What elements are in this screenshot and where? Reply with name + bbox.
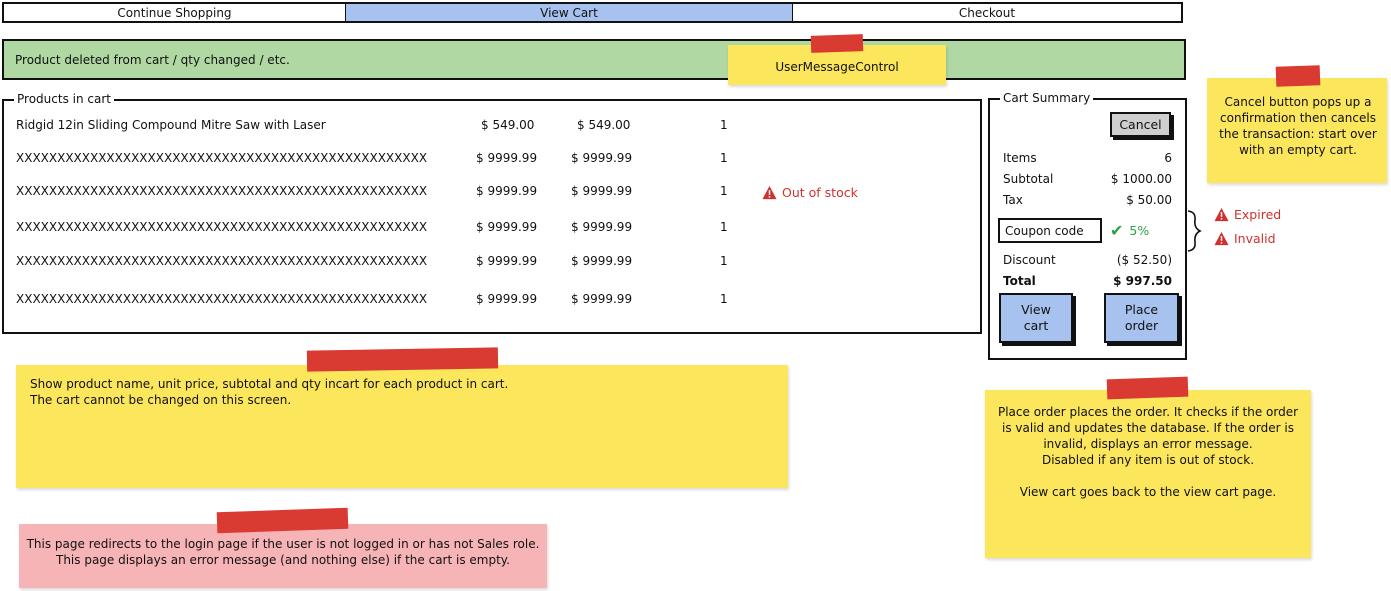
- out-of-stock-warning: Out of stock: [762, 185, 858, 200]
- place-order-note-line1: Place order places the order. It checks …: [997, 405, 1299, 451]
- products-note: Show product name, unit price, subtotal …: [16, 347, 788, 488]
- discount-value: ($ 52.50): [1116, 253, 1172, 267]
- tape: [1106, 376, 1189, 400]
- total-label: Total: [1003, 274, 1036, 288]
- product-name: XXXXXXXXXXXXXXXXXXXXXXXXXXXXXXXXXXXXXXXX…: [16, 184, 428, 198]
- subtotal-value: $ 1000.00: [1110, 172, 1172, 186]
- total-value: $ 997.50: [1113, 274, 1172, 288]
- product-subtotal: $ 549.00: [577, 118, 631, 132]
- product-name: XXXXXXXXXXXXXXXXXXXXXXXXXXXXXXXXXXXXXXXX…: [16, 254, 428, 268]
- product-qty: 1: [720, 292, 728, 306]
- product-qty: 1: [720, 220, 728, 234]
- items-value: 6: [1164, 151, 1172, 165]
- view-cart-button[interactable]: View cart: [999, 293, 1073, 343]
- tab-checkout[interactable]: Checkout: [792, 4, 1181, 21]
- product-qty: 1: [720, 254, 728, 268]
- product-qty: 1: [720, 118, 728, 132]
- product-row: XXXXXXXXXXXXXXXXXXXXXXXXXXXXXXXXXXXXXXXX…: [0, 220, 960, 240]
- product-row: Ridgid 12in Sliding Compound Mitre Saw w…: [0, 118, 960, 138]
- products-note-line1: Show product name, unit price, subtotal …: [30, 377, 509, 391]
- items-label: Items: [1003, 151, 1037, 165]
- product-qty: 1: [720, 184, 728, 198]
- tape: [216, 507, 349, 534]
- warning-icon: [1214, 207, 1229, 222]
- out-of-stock-label: Out of stock: [782, 185, 858, 200]
- product-unit-price: $ 9999.99: [476, 254, 538, 268]
- coupon-expired-state: Expired: [1214, 207, 1281, 222]
- user-message-control-label: UserMessageControl: [775, 60, 899, 74]
- product-row: XXXXXXXXXXXXXXXXXXXXXXXXXXXXXXXXXXXXXXXX…: [0, 151, 960, 171]
- product-unit-price: $ 9999.99: [476, 151, 538, 165]
- redirect-note-text: This page redirects to the login page if…: [25, 536, 541, 568]
- invalid-label: Invalid: [1234, 231, 1276, 246]
- place-order-note: Place order places the order. It checks …: [985, 376, 1311, 558]
- product-unit-price: $ 9999.99: [476, 184, 538, 198]
- redirect-note: This page redirects to the login page if…: [19, 507, 547, 588]
- warning-icon: [762, 185, 777, 200]
- product-unit-price: $ 9999.99: [476, 220, 538, 234]
- coupon-status: ✔ 5%: [1110, 221, 1149, 240]
- cancel-button[interactable]: Cancel: [1110, 112, 1171, 137]
- coupon-value: 5%: [1129, 223, 1150, 238]
- product-subtotal: $ 9999.99: [571, 220, 633, 234]
- place-order-button[interactable]: Place order: [1104, 293, 1179, 343]
- product-unit-price: $ 9999.99: [476, 292, 538, 306]
- brace-icon: [1187, 210, 1202, 252]
- tape: [1275, 65, 1321, 87]
- tax-label: Tax: [1003, 193, 1023, 207]
- top-tab-bar: Continue Shopping View Cart Checkout: [2, 2, 1183, 23]
- user-message-bar: Product deleted from cart / qty changed …: [2, 39, 1186, 80]
- product-name: XXXXXXXXXXXXXXXXXXXXXXXXXXXXXXXXXXXXXXXX…: [16, 220, 428, 234]
- product-row: XXXXXXXXXXXXXXXXXXXXXXXXXXXXXXXXXXXXXXXX…: [0, 292, 960, 312]
- cancel-note-text: Cancel button pops up a confirmation the…: [1219, 95, 1377, 157]
- redirect-note-line2: This page displays an error message (and…: [55, 553, 510, 567]
- product-subtotal: $ 9999.99: [571, 184, 633, 198]
- redirect-note-line1: This page redirects to the login page if…: [26, 537, 540, 551]
- cancel-note: Cancel button pops up a confirmation the…: [1207, 65, 1387, 183]
- product-name: XXXXXXXXXXXXXXXXXXXXXXXXXXXXXXXXXXXXXXXX…: [16, 292, 428, 306]
- products-legend: Products in cart: [14, 92, 114, 106]
- product-qty: 1: [720, 151, 728, 165]
- expired-label: Expired: [1234, 207, 1282, 222]
- place-order-note-text: Place order places the order. It checks …: [995, 404, 1301, 500]
- user-message-text: Product deleted from cart / qty changed …: [15, 53, 290, 67]
- products-note-line2: The cart cannot be changed on this scree…: [30, 393, 292, 407]
- product-subtotal: $ 9999.99: [571, 292, 633, 306]
- tab-view-cart[interactable]: View Cart: [345, 4, 792, 21]
- cart-summary-legend: Cart Summary: [1000, 91, 1094, 105]
- place-order-note-line3: View cart goes back to the view cart pag…: [1019, 485, 1277, 499]
- product-name: Ridgid 12in Sliding Compound Mitre Saw w…: [16, 118, 326, 132]
- tape: [810, 34, 864, 53]
- check-icon: ✔: [1110, 221, 1124, 240]
- product-row: XXXXXXXXXXXXXXXXXXXXXXXXXXXXXXXXXXXXXXXX…: [0, 254, 960, 274]
- tape: [306, 347, 499, 372]
- product-name: XXXXXXXXXXXXXXXXXXXXXXXXXXXXXXXXXXXXXXXX…: [16, 151, 428, 165]
- tab-continue-shopping[interactable]: Continue Shopping: [4, 4, 345, 21]
- coupon-invalid-state: Invalid: [1214, 231, 1276, 246]
- warning-icon: [1214, 231, 1229, 246]
- discount-label: Discount: [1003, 253, 1056, 267]
- product-unit-price: $ 549.00: [481, 118, 535, 132]
- tax-value: $ 50.00: [1126, 193, 1172, 207]
- product-subtotal: $ 9999.99: [571, 254, 633, 268]
- user-message-control-note: UserMessageControl: [728, 34, 946, 85]
- coupon-code-input[interactable]: Coupon code: [998, 218, 1102, 243]
- place-order-note-line2: Disabled if any item is out of stock.: [1041, 453, 1255, 467]
- subtotal-label: Subtotal: [1003, 172, 1054, 186]
- product-subtotal: $ 9999.99: [571, 151, 633, 165]
